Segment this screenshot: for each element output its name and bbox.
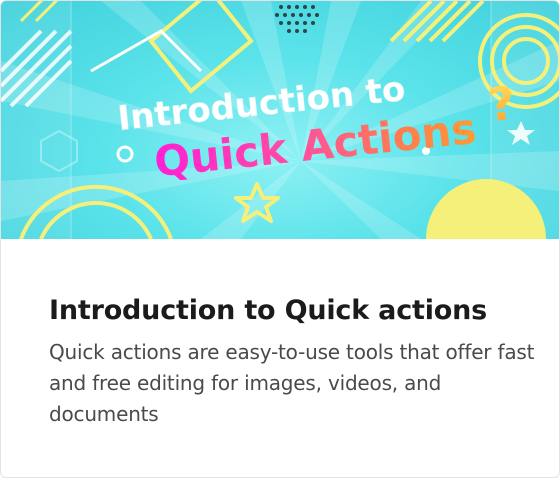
hero-question-mark: ? [486,76,518,132]
hero-title-art: Introduction to Quick Actions ? [115,69,518,187]
tutorial-card[interactable]: Introduction to Quick Actions ? Introduc… [0,0,560,478]
hero-banner-image[interactable]: Introduction to Quick Actions ? [1,1,559,239]
card-description: Quick actions are easy-to-use tools that… [49,340,535,426]
card-body: Introduction to Quick actions Quick acti… [1,239,559,477]
card-title[interactable]: Introduction to Quick actions [49,293,531,329]
